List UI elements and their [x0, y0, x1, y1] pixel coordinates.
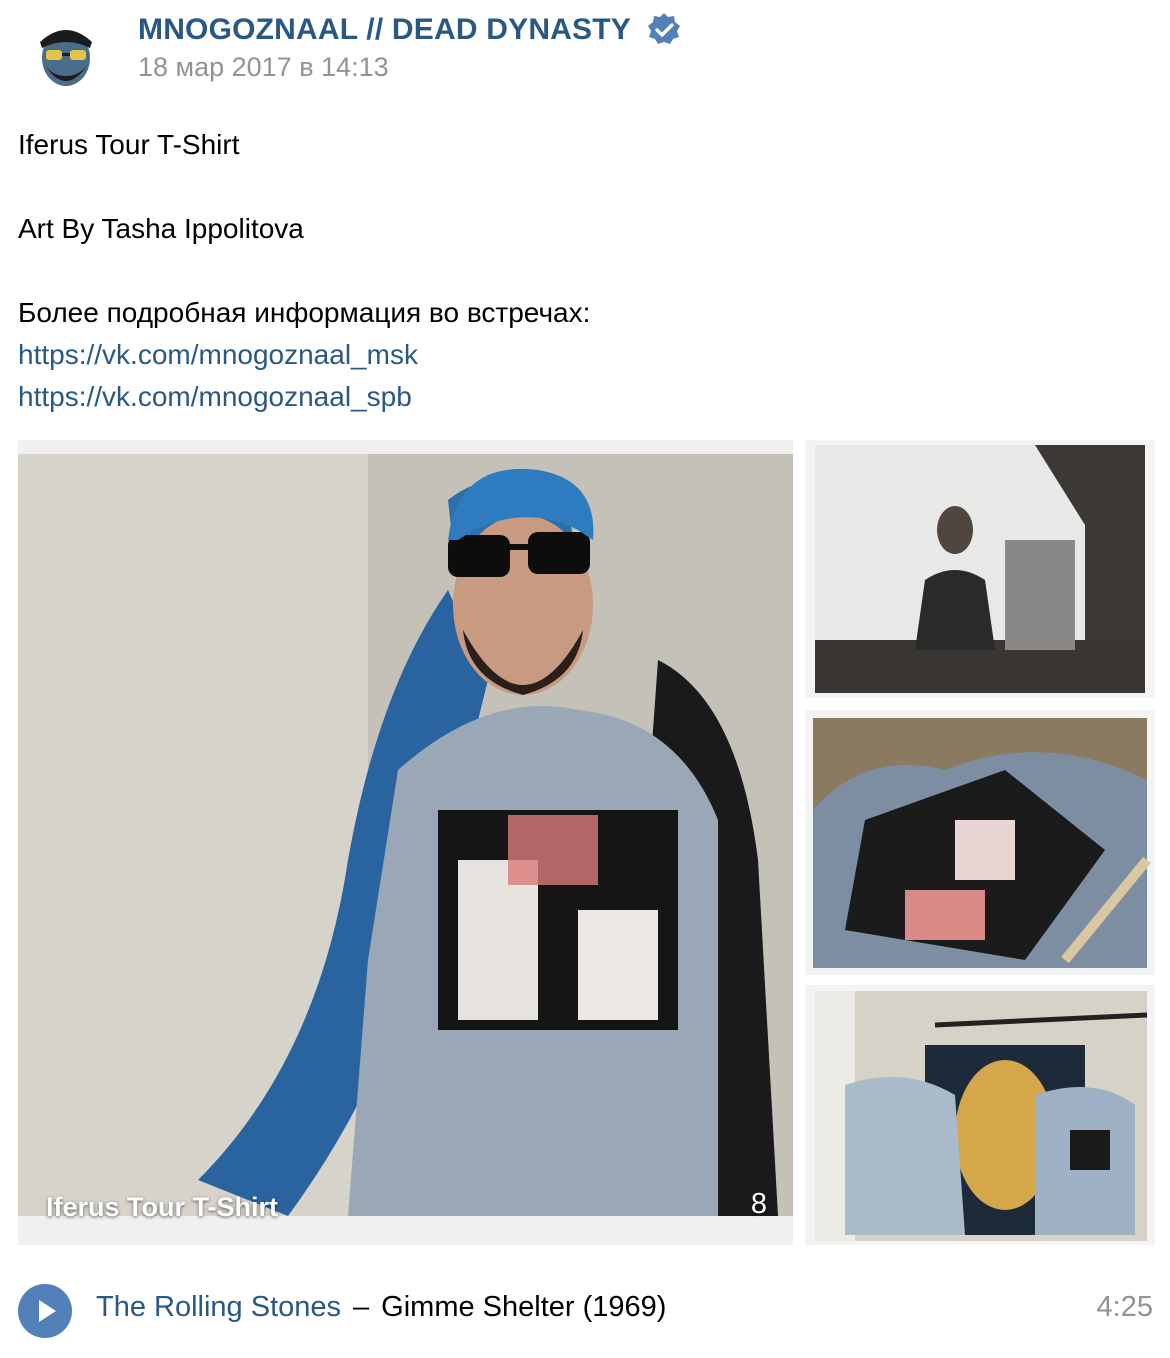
- play-button[interactable]: [18, 1284, 72, 1338]
- photo-thumb-3[interactable]: [805, 985, 1155, 1245]
- photo-thumb-1-image: [805, 440, 1155, 698]
- photo-main-image: [18, 440, 793, 1245]
- author-name[interactable]: MNOGOZNAAL // DEAD DYNASTY: [138, 10, 683, 50]
- photo-main[interactable]: Iferus Tour T-Shirt 8: [18, 440, 793, 1245]
- author-avatar[interactable]: [18, 6, 114, 102]
- photo-thumb-3-image: [805, 985, 1155, 1245]
- photo-thumb-1[interactable]: [805, 440, 1155, 698]
- photo-thumb-2[interactable]: [805, 710, 1155, 975]
- photo-count: 8: [750, 1188, 767, 1220]
- audio-title: Gimme Shelter (1969): [381, 1291, 667, 1323]
- audio-attachment[interactable]: The Rolling Stones – Gimme Shelter (1969) …: [18, 1281, 1155, 1341]
- verified-check-icon: [648, 13, 680, 44]
- author-name-text[interactable]: MNOGOZNAAL // DEAD DYNASTY: [138, 13, 631, 47]
- play-icon: [39, 1300, 56, 1322]
- audio-track: The Rolling Stones – Gimme Shelter (1969): [96, 1291, 666, 1324]
- post-date[interactable]: 18 мар 2017 в 14:13: [138, 52, 389, 83]
- audio-separator: –: [353, 1291, 370, 1323]
- post-text-title: Iferus Tour T-Shirt: [18, 129, 240, 160]
- photo-thumb-2-image: [805, 710, 1155, 975]
- audio-artist[interactable]: The Rolling Stones: [96, 1291, 341, 1323]
- post-text: Iferus Tour T-Shirt Art By Tasha Ippolit…: [18, 124, 1148, 418]
- link-msk[interactable]: https://vk.com/mnogoznaal_msk: [18, 339, 418, 370]
- photo-caption: Iferus Tour T-Shirt: [46, 1192, 279, 1222]
- audio-duration: 4:25: [1096, 1291, 1153, 1323]
- link-spb[interactable]: https://vk.com/mnogoznaal_spb: [18, 381, 412, 412]
- post-text-credit: Art By Tasha Ippolitova: [18, 213, 304, 244]
- post-text-info: Более подробная информация во встречах:: [18, 297, 591, 328]
